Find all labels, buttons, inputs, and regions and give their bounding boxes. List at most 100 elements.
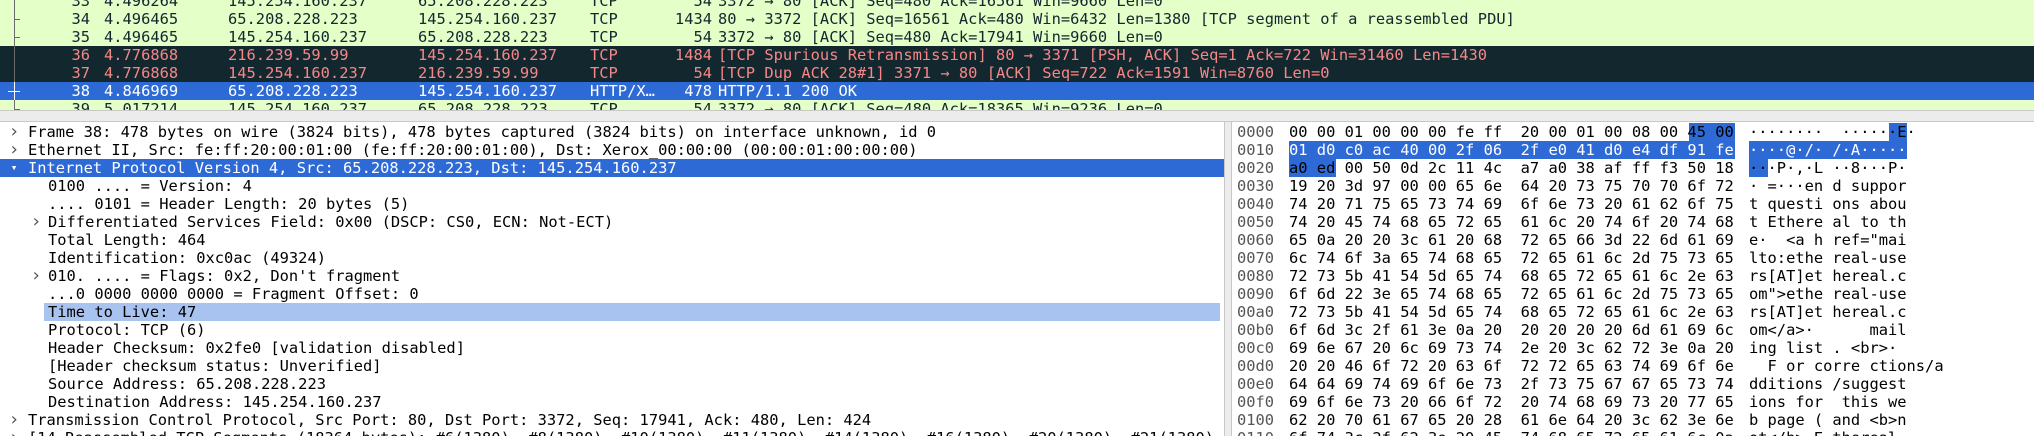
detail-tree-item[interactable]: › [14 Reassembled TCP Segments (18364 byt…: [0, 429, 1224, 436]
packet-time-cell: 4.496264: [104, 0, 179, 10]
packet-no-cell: 37: [71, 64, 90, 82]
packet-details-pane[interactable]: › Frame 38: 478 bytes on wire (3824 bits)…: [0, 122, 1224, 436]
expand-arrow-right-icon[interactable]: ›: [30, 267, 42, 285]
ascii-bytes: ···P·,·L ··8···P·: [1749, 159, 1907, 177]
packet-time-cell: 4.776868: [104, 46, 179, 64]
ascii-bytes: ····@·/· /·A·····: [1749, 141, 1907, 159]
detail-field[interactable]: › Differentiated Services Field: 0x00 (DS…: [0, 213, 1224, 232]
expand-arrow-right-icon[interactable]: ›: [30, 213, 42, 231]
hex-bytes: 74 20 71 75 65 73 74 69 6f 6e 73 20 61 6…: [1289, 195, 1734, 213]
packet-info-cell: 3372 → 80 [ACK] Seq=480 Ack=17941 Win=96…: [718, 28, 1163, 46]
packet-time-cell: 4.776868: [104, 64, 179, 82]
packet-row[interactable]: 37 4.776868 145.254.160.237 216.239.59.99 TC…: [0, 64, 2034, 82]
packet-src-cell: 145.254.160.237: [228, 28, 367, 46]
packet-info-cell: [TCP Spurious Retransmission] 80 → 3371 …: [718, 46, 1488, 64]
packet-bytes-pane[interactable]: 0000 00 00 01 00 00 00 fe ff 20 00 01 00 …: [1232, 122, 2034, 436]
hex-dump-row[interactable]: 0040 74 20 71 75 65 73 74 69 6f 6e 73 20 …: [1232, 195, 2034, 213]
detail-text: Header Checksum: 0x2fe0 [validation disa…: [48, 339, 465, 357]
detail-field[interactable]: Identification: 0xc0ac (49324): [0, 249, 1224, 267]
ascii-bytes: F or corre ctions/a: [1749, 357, 1944, 375]
ascii-bytes: ions for this we: [1749, 393, 1907, 411]
ascii-bytes: rs[AT]et hereal.c: [1749, 303, 1907, 321]
packet-len-cell: 54: [693, 0, 712, 10]
packet-proto-cell: TCP: [590, 64, 618, 82]
ascii-bytes: t Ethere al to th: [1749, 213, 1907, 231]
detail-field[interactable]: 0100 .... = Version: 4: [0, 177, 1224, 195]
hex-offset: 0070: [1237, 249, 1275, 267]
hex-dump-row[interactable]: 0050 74 20 45 74 68 65 72 65 61 6c 20 74 …: [1232, 213, 2034, 231]
hex-offset: 0100: [1237, 411, 1275, 429]
hex-bytes: 6f 6d 22 3e 65 74 68 65 72 65 61 6c 2d 7…: [1289, 285, 1734, 303]
packet-time-cell: 5.017214: [104, 100, 179, 110]
hex-dump-row[interactable]: 00b0 6f 6d 3c 2f 61 3e 0a 20 20 20 20 20 …: [1232, 321, 2034, 339]
hex-dump-row[interactable]: 0000 00 00 01 00 00 00 fe ff 20 00 01 00 …: [1232, 123, 2034, 141]
expand-arrow-right-icon[interactable]: ›: [8, 429, 20, 436]
conversation-tree-line: [8, 100, 20, 110]
packet-list-pane[interactable]: 33 4.496264 145.254.160.237 65.208.228.223 T…: [0, 0, 2034, 110]
hex-dump-row[interactable]: 0020 a0 ed 00 50 0d 2c 11 4c a7 a0 38 af …: [1232, 159, 2034, 177]
hex-offset: 0060: [1237, 231, 1275, 249]
packet-no-cell: 34: [71, 10, 90, 28]
detail-field[interactable]: Header Checksum: 0x2fe0 [validation disa…: [0, 339, 1224, 357]
ascii-bytes: ········ ······E·: [1749, 123, 1916, 141]
pane-splitter-horizontal[interactable]: [0, 110, 2034, 122]
pane-splitter-vertical[interactable]: [1224, 122, 1232, 436]
hex-dump-row[interactable]: 00d0 20 20 46 6f 72 20 63 6f 72 72 65 63 …: [1232, 357, 2034, 375]
detail-tree-item[interactable]: › Ethernet II, Src: fe:ff:20:00:01:00 (fe…: [0, 141, 1224, 160]
detail-field[interactable]: Source Address: 65.208.228.223: [0, 375, 1224, 393]
packet-src-cell: 65.208.228.223: [228, 10, 358, 28]
hex-dump-row[interactable]: 0110 6f 74 3c 2f 62 3e 20 45 74 68 65 72 …: [1232, 429, 2034, 436]
detail-tree-item[interactable]: ▾ Internet Protocol Version 4, Src: 65.20…: [0, 159, 1224, 177]
detail-field[interactable]: › 010. .... = Flags: 0x2, Don't fragment: [0, 267, 1224, 286]
hex-dump-row[interactable]: 0010 01 d0 c0 ac 40 00 2f 06 2f e0 41 d0 …: [1232, 141, 2034, 159]
packet-row[interactable]: 38 4.846969 65.208.228.223 145.254.160.237 H…: [0, 82, 2034, 100]
packet-src-cell: 65.208.228.223: [228, 82, 358, 100]
packet-time-cell: 4.496465: [104, 10, 179, 28]
detail-field[interactable]: [Header checksum status: Unverified]: [0, 357, 1224, 375]
hex-bytes: 69 6e 67 20 6c 69 73 74 2e 20 3c 62 72 3…: [1289, 339, 1734, 357]
packet-info-cell: 80 → 3372 [ACK] Seq=16561 Ack=480 Win=64…: [718, 10, 1515, 28]
detail-text: .... 0101 = Header Length: 20 bytes (5): [48, 195, 410, 213]
hex-dump-row[interactable]: 00e0 64 64 69 74 69 6f 6e 73 2f 73 75 67 …: [1232, 375, 2034, 393]
packet-row[interactable]: 36 4.776868 216.239.59.99 145.254.160.237 TC…: [0, 46, 2034, 64]
ascii-bytes: rs[AT]et hereal.c: [1749, 267, 1907, 285]
detail-field[interactable]: .... 0101 = Header Length: 20 bytes (5): [0, 195, 1224, 213]
expand-arrow-right-icon[interactable]: ›: [8, 141, 20, 159]
hex-offset: 0050: [1237, 213, 1275, 231]
packet-row[interactable]: 34 4.496465 65.208.228.223 145.254.160.237 T…: [0, 10, 2034, 28]
ascii-bytes: lto:ethe real-use: [1749, 249, 1907, 267]
hex-dump-row[interactable]: 00f0 69 6f 6e 73 20 66 6f 72 20 74 68 69 …: [1232, 393, 2034, 411]
hex-dump-row[interactable]: 00a0 72 73 5b 41 54 5d 65 74 68 65 72 65 …: [1232, 303, 2034, 321]
detail-field[interactable]: Time to Live: 47: [0, 303, 1224, 321]
packet-row[interactable]: 33 4.496264 145.254.160.237 65.208.228.223 T…: [0, 0, 2034, 10]
detail-text: Ethernet II, Src: fe:ff:20:00:01:00 (fe:…: [28, 141, 918, 159]
detail-field[interactable]: Destination Address: 145.254.160.237: [0, 393, 1224, 411]
conversation-tree-line: [8, 82, 20, 100]
detail-text: ...0 0000 0000 0000 = Fragment Offset: 0: [48, 285, 419, 303]
detail-text: 0100 .... = Version: 4: [48, 177, 252, 195]
hex-dump-row[interactable]: 0090 6f 6d 22 3e 65 74 68 65 72 65 61 6c …: [1232, 285, 2034, 303]
detail-tree-item[interactable]: › Transmission Control Protocol, Src Port…: [0, 411, 1224, 430]
packet-src-cell: 216.239.59.99: [228, 46, 349, 64]
packet-src-cell: 145.254.160.237: [228, 0, 367, 10]
hex-dump-row[interactable]: 0060 65 0a 20 20 3c 61 20 68 72 65 66 3d …: [1232, 231, 2034, 249]
ascii-bytes: dditions /suggest: [1749, 375, 1907, 393]
packet-row[interactable]: 39 5.017214 145.254.160.237 65.208.228.223 T…: [0, 100, 2034, 110]
detail-field[interactable]: Protocol: TCP (6): [0, 321, 1224, 339]
packet-src-cell: 145.254.160.237: [228, 64, 367, 82]
hex-dump-row[interactable]: 0100 62 20 70 61 67 65 20 28 61 6e 64 20 …: [1232, 411, 2034, 429]
hex-dump-row[interactable]: 0080 72 73 5b 41 54 5d 65 74 68 65 72 65 …: [1232, 267, 2034, 285]
detail-tree-item[interactable]: › Frame 38: 478 bytes on wire (3824 bits)…: [0, 123, 1224, 142]
detail-field[interactable]: ...0 0000 0000 0000 = Fragment Offset: 0: [0, 285, 1224, 303]
packet-row[interactable]: 35 4.496465 145.254.160.237 65.208.228.223 T…: [0, 28, 2034, 46]
hex-dump-row[interactable]: 0070 6c 74 6f 3a 65 74 68 65 72 65 61 6c …: [1232, 249, 2034, 267]
ascii-bytes: · =···en d suppor: [1749, 177, 1907, 195]
detail-text: Source Address: 65.208.228.223: [48, 375, 326, 393]
detail-field[interactable]: Total Length: 464: [0, 231, 1224, 249]
hex-dump-row[interactable]: 0030 19 20 3d 97 00 00 65 6e 64 20 73 75 …: [1232, 177, 2034, 195]
hex-dump-row[interactable]: 00c0 69 6e 67 20 6c 69 73 74 2e 20 3c 62 …: [1232, 339, 2034, 357]
packet-len-cell: 1484: [674, 46, 712, 64]
detail-text: Total Length: 464: [48, 231, 206, 249]
expand-arrow-down-icon[interactable]: ▾: [8, 159, 20, 177]
hex-offset: 0000: [1237, 123, 1275, 141]
